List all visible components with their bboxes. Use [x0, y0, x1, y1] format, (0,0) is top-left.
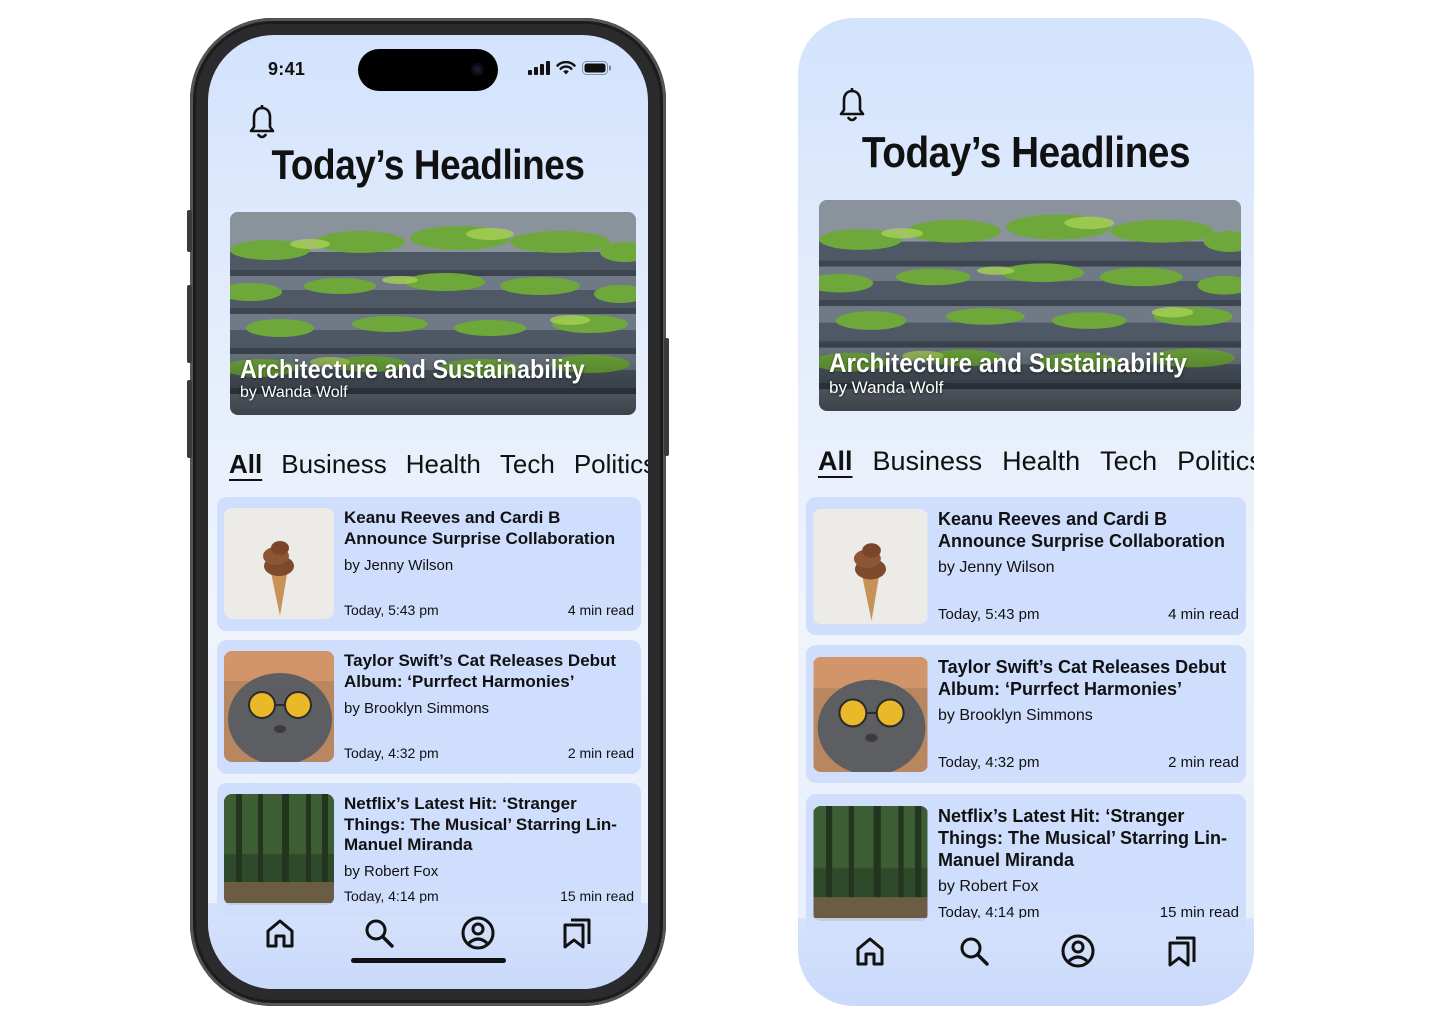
article-author: by Robert Fox [344, 863, 439, 880]
flat-screen: Today’s Headlines Architecture and Susta… [798, 18, 1254, 1006]
article-thumbnail [224, 651, 334, 762]
phone-screen: 9:41 Today’s Headlines Architecture and … [208, 35, 648, 989]
article-author: by Jenny Wilson [344, 557, 454, 574]
article-card[interactable]: Keanu Reeves and Cardi B Announce Surpri… [217, 497, 641, 631]
power-button [664, 338, 669, 456]
article-thumbnail [224, 508, 334, 619]
bottom-nav [208, 903, 648, 989]
article-author: by Brooklyn Simmons [938, 707, 1093, 724]
tab-health[interactable]: Health [406, 449, 481, 480]
article-title: Netflix’s Latest Hit: ‘Stranger Things: … [344, 794, 617, 855]
bottom-nav [798, 918, 1254, 1006]
tab-business[interactable]: Business [281, 449, 387, 480]
tab-all[interactable]: All [229, 449, 262, 480]
home-icon [856, 937, 884, 966]
forest-icon [813, 806, 928, 921]
notifications-bell-icon[interactable] [838, 88, 866, 124]
status-icons [528, 61, 612, 75]
nav-bookmarks[interactable] [1160, 929, 1204, 973]
article-read-time: 2 min read [567, 745, 634, 761]
cellular-signal-icon [528, 61, 550, 75]
nav-home[interactable] [848, 929, 892, 973]
tab-politics[interactable]: Politics [1177, 446, 1254, 477]
hero-author: by Wanda Wolf [240, 384, 348, 401]
category-tabs: All Business Health Tech Politics [229, 449, 648, 480]
forest-icon [224, 794, 334, 905]
volume-up-button [187, 285, 192, 363]
article-thumbnail [813, 657, 928, 772]
article-read-time: 4 min read [567, 602, 634, 618]
article-read-time: 4 min read [1168, 606, 1239, 623]
battery-icon [582, 61, 611, 75]
hero-title: Architecture and Sustainability [240, 354, 585, 384]
nav-home[interactable] [258, 911, 302, 955]
nav-profile[interactable] [1056, 929, 1100, 973]
search-icon [960, 937, 989, 966]
tab-tech[interactable]: Tech [1100, 446, 1157, 477]
nav-search[interactable] [952, 929, 996, 973]
action-button [187, 210, 192, 252]
bookmarks-icon [563, 918, 590, 949]
wifi-icon [556, 61, 576, 75]
article-author: by Robert Fox [938, 878, 1039, 895]
article-author: by Jenny Wilson [938, 559, 1055, 576]
article-thumbnail [224, 794, 334, 905]
article-title: Keanu Reeves and Cardi B Announce Surpri… [344, 508, 616, 548]
nav-profile[interactable] [456, 911, 500, 955]
dynamic-island [358, 49, 498, 91]
tab-tech[interactable]: Tech [500, 449, 555, 480]
hero-author: by Wanda Wolf [829, 378, 944, 397]
hero-article[interactable]: Architecture and Sustainability by Wanda… [819, 200, 1241, 411]
article-card[interactable]: Taylor Swift’s Cat Releases Debut Album:… [806, 645, 1246, 783]
hero-title: Architecture and Sustainability [829, 348, 1187, 378]
article-date: Today, 4:14 pm [344, 888, 439, 904]
article-thumbnail [813, 509, 928, 624]
volume-down-button [187, 380, 192, 458]
article-title: Keanu Reeves and Cardi B Announce Surpri… [938, 509, 1226, 551]
article-author: by Brooklyn Simmons [344, 700, 490, 717]
page-title: Today’s Headlines [861, 128, 1191, 177]
article-date: Today, 5:43 pm [938, 606, 1040, 623]
tab-politics[interactable]: Politics [574, 449, 648, 480]
profile-icon [1061, 934, 1095, 968]
category-tabs: All Business Health Tech Politics [818, 446, 1254, 477]
article-title: Taylor Swift’s Cat Releases Debut Album:… [344, 651, 617, 691]
bookmarks-icon [1168, 936, 1196, 967]
article-card[interactable]: Netflix’s Latest Hit: ‘Stranger Things: … [806, 794, 1246, 934]
hero-article[interactable]: Architecture and Sustainability by Wanda… [230, 212, 636, 415]
article-date: Today, 5:43 pm [344, 602, 439, 618]
article-card[interactable]: Netflix’s Latest Hit: ‘Stranger Things: … [217, 783, 641, 917]
article-card[interactable]: Taylor Swift’s Cat Releases Debut Album:… [217, 640, 641, 774]
home-indicator [351, 958, 506, 963]
article-title: Netflix’s Latest Hit: ‘Stranger Things: … [938, 806, 1228, 870]
tab-health[interactable]: Health [1002, 446, 1080, 477]
article-read-time: 15 min read [560, 888, 634, 904]
cat-with-sunglasses-icon [224, 651, 334, 762]
article-title: Taylor Swift’s Cat Releases Debut Album:… [938, 657, 1227, 699]
tab-business[interactable]: Business [873, 446, 983, 477]
ice-cream-cone-icon [813, 509, 928, 624]
status-time: 9:41 [268, 59, 306, 79]
nav-bookmarks[interactable] [555, 911, 599, 955]
page-title: Today’s Headlines [271, 141, 585, 188]
home-icon [266, 919, 293, 948]
search-icon [365, 919, 394, 948]
tab-all[interactable]: All [818, 446, 853, 477]
article-date: Today, 4:32 pm [344, 745, 439, 761]
ice-cream-cone-icon [224, 508, 334, 619]
article-card[interactable]: Keanu Reeves and Cardi B Announce Surpri… [806, 497, 1246, 635]
article-read-time: 2 min read [1168, 754, 1239, 771]
cat-with-sunglasses-icon [813, 657, 928, 772]
notifications-bell-icon[interactable] [248, 105, 276, 141]
profile-icon [461, 916, 494, 950]
article-date: Today, 4:32 pm [938, 754, 1040, 771]
article-thumbnail [813, 806, 928, 921]
nav-search[interactable] [357, 911, 401, 955]
